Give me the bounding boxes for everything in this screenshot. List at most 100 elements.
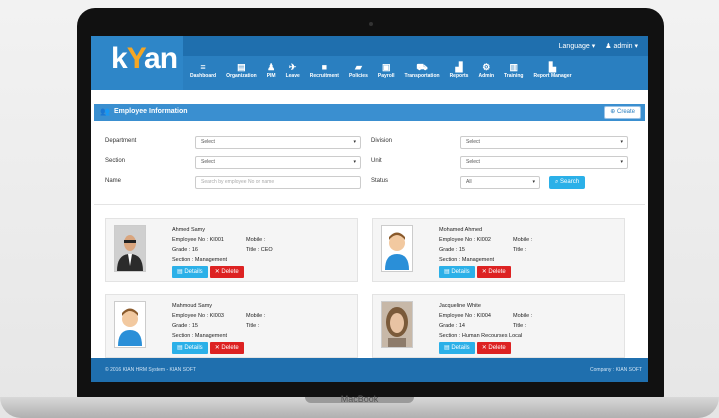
- logo-figure: Y: [126, 42, 145, 75]
- details-button[interactable]: ▤ Details: [172, 342, 208, 354]
- nav-item-pim[interactable]: ♟ PIM: [262, 62, 281, 79]
- nav-item-transportation[interactable]: ⛟ Transportation: [400, 62, 445, 79]
- laptop-mockup: kYan Language ▾ ♟ admin ▾ ≡ Dashboard ▤ Org…: [0, 0, 719, 418]
- employee-mobile: Mobile :: [513, 237, 533, 243]
- delete-button[interactable]: ✕ Delete: [209, 266, 244, 278]
- logo-text: kYan: [111, 42, 178, 75]
- divider: [94, 204, 645, 205]
- unit-select[interactable]: Select ▾: [460, 156, 628, 169]
- person-icon: ♟: [267, 62, 276, 72]
- car-icon: ⛟: [416, 62, 428, 72]
- document-icon: ▤: [177, 345, 183, 351]
- nav-item-policies[interactable]: ▰ Policies: [344, 62, 373, 79]
- employee-name: Ahmed Samy: [172, 227, 206, 233]
- nav-item-organization[interactable]: ▤ Organization: [221, 62, 262, 79]
- delete-button[interactable]: ✕ Delete: [476, 342, 511, 354]
- nav-item-label: Organization: [226, 73, 257, 79]
- caret-down-icon: ▾: [532, 179, 535, 185]
- panel-title: Employee Information: [114, 108, 188, 115]
- caret-down-icon: ▾: [620, 139, 623, 145]
- caret-down-icon: ▾: [353, 159, 356, 165]
- employee-name: Mohamed Ahmed: [439, 227, 483, 233]
- nav-item-report-manager[interactable]: ▙ Report Manager: [528, 62, 576, 79]
- section-label: Section: [105, 158, 126, 164]
- camera-icon: [369, 22, 373, 26]
- section-select[interactable]: Select ▾: [195, 156, 361, 169]
- briefcase-icon: ■: [321, 62, 328, 72]
- nav-item-label: Dashboard: [190, 73, 217, 79]
- document-icon: ▤: [444, 345, 450, 351]
- employee-photo: [114, 301, 146, 348]
- search-button[interactable]: ⌕ Search: [549, 176, 586, 189]
- bar-chart-icon: ▟: [455, 62, 463, 72]
- footer: © 2016 KIAN HRM System - KIAN SOFT Compa…: [91, 358, 648, 382]
- nav-item-payroll[interactable]: ▣ Payroll: [373, 62, 400, 79]
- employee-title: Title :: [513, 323, 527, 329]
- filter-form: Department Select ▾ Division Select ▾ Sect…: [105, 134, 635, 194]
- employee-card: Mahmoud Samy Employee No : KI003 Mobile : G…: [105, 294, 358, 358]
- create-button[interactable]: ⊕ Create: [604, 106, 641, 119]
- employee-grade: Grade : 15: [172, 323, 198, 329]
- status-select[interactable]: All ▾: [460, 176, 540, 189]
- details-button[interactable]: ▤ Details: [439, 342, 475, 354]
- admin-dropdown[interactable]: ♟ admin ▾: [605, 42, 638, 50]
- employee-section: Section : Management: [439, 257, 495, 263]
- search-icon: ⌕: [555, 179, 559, 185]
- document-icon: ▤: [177, 269, 183, 275]
- nav-item-label: PIM: [266, 73, 276, 79]
- card-actions: ▤ Details ✕ Delete: [172, 342, 244, 354]
- gears-icon: ⚙: [482, 62, 491, 72]
- employee-photo: [114, 225, 146, 272]
- document-icon: ▤: [444, 269, 450, 275]
- money-icon: ▣: [381, 62, 391, 72]
- copyright-text: © 2016 KIAN HRM System - KIAN SOFT: [105, 367, 196, 373]
- nav-item-recruitment[interactable]: ■ Recruitment: [305, 62, 344, 79]
- employee-name: Jacqueline White: [439, 303, 481, 309]
- company-text: Company : KIAN SOFT: [590, 367, 642, 373]
- nav-item-admin[interactable]: ⚙ Admin: [473, 62, 499, 79]
- employee-info: Mohamed Ahmed Employee No : KI002 Mobile :…: [439, 225, 532, 265]
- close-icon: ✕: [481, 345, 487, 351]
- card-actions: ▤ Details ✕ Delete: [439, 266, 511, 278]
- chart-icon: ▙: [549, 62, 556, 72]
- division-select[interactable]: Select ▾: [460, 136, 628, 149]
- employee-info: Ahmed Samy Employee No : KI001 Mobile : Gra…: [172, 225, 273, 265]
- employee-photo: [381, 301, 413, 348]
- employee-mobile: Mobile :: [246, 237, 266, 243]
- employee-info: Jacqueline White Employee No : KI004 Mobil…: [439, 301, 532, 341]
- nav-item-label: Policies: [348, 73, 368, 79]
- delete-button[interactable]: ✕ Delete: [476, 266, 511, 278]
- nav-item-leave[interactable]: ✈ Leave: [281, 62, 305, 79]
- nav-item-training[interactable]: ▥ Training: [499, 62, 528, 79]
- employee-mobile: Mobile :: [513, 313, 533, 319]
- nav-item-dashboard[interactable]: ≡ Dashboard: [185, 62, 221, 79]
- device-brand: MacBook: [340, 394, 379, 404]
- details-button[interactable]: ▤ Details: [439, 266, 475, 278]
- caret-down-icon: ▾: [620, 159, 623, 165]
- employee-title: Title :: [246, 323, 260, 329]
- employee-mobile: Mobile :: [246, 313, 266, 319]
- name-search-input[interactable]: Search by employee No or name: [195, 176, 361, 189]
- users-icon: 👥: [100, 107, 110, 116]
- name-label: Name: [105, 178, 122, 184]
- details-button[interactable]: ▤ Details: [172, 266, 208, 278]
- employee-info: Mahmoud Samy Employee No : KI003 Mobile : G…: [172, 301, 265, 341]
- card-actions: ▤ Details ✕ Delete: [172, 266, 244, 278]
- nav-item-label: Recruitment: [309, 73, 339, 79]
- delete-button[interactable]: ✕ Delete: [209, 342, 244, 354]
- nav-item-label: Reports: [449, 73, 469, 79]
- unit-label: Unit: [371, 158, 382, 164]
- nav-item-label: Training: [504, 73, 524, 79]
- training-icon: ▥: [509, 62, 519, 72]
- logo[interactable]: kYan: [91, 36, 183, 90]
- nav-item-label: Transportation: [404, 73, 440, 79]
- employee-number: Employee No : KI001: [172, 237, 224, 243]
- user-menu: Language ▾ ♟ admin ▾: [559, 42, 638, 50]
- employee-card: Ahmed Samy Employee No : KI001 Mobile : Gra…: [105, 218, 358, 282]
- employee-grade: Grade : 14: [439, 323, 465, 329]
- nav-item-label: Leave: [285, 73, 300, 79]
- nav-item-reports[interactable]: ▟ Reports: [445, 62, 474, 79]
- employee-title: Title : CEO: [246, 247, 273, 253]
- language-dropdown[interactable]: Language ▾: [559, 42, 596, 50]
- department-select[interactable]: Select ▾: [195, 136, 361, 149]
